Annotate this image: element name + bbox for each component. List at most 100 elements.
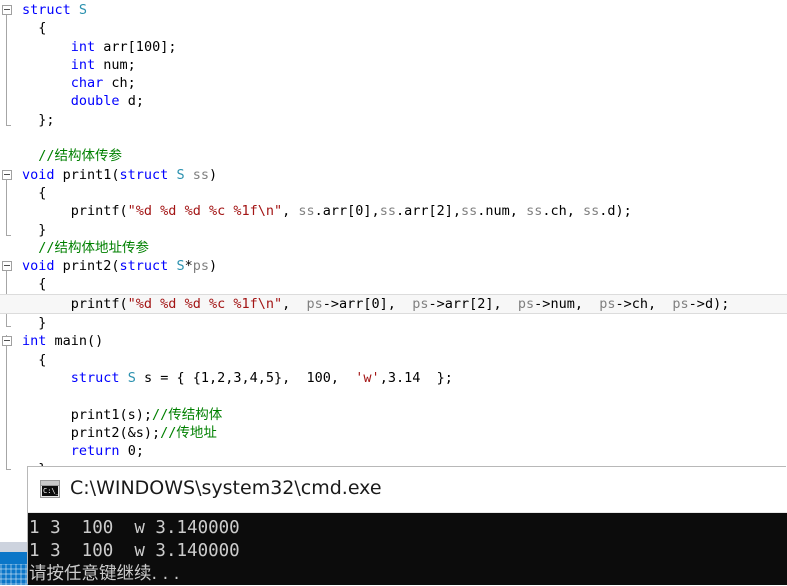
code-token: print1(: [54, 166, 120, 183]
code-token: void: [22, 166, 55, 183]
code-token: print1(s);: [22, 406, 153, 423]
code-token: S: [176, 166, 185, 183]
code-token: 0;: [119, 443, 144, 460]
code-token: //传结构体: [152, 406, 223, 423]
code-token: main(): [46, 333, 104, 350]
code-token: arr: [339, 295, 364, 312]
code-line[interactable]: void print2(struct S*ps): [0, 257, 787, 275]
code-token: ss: [461, 203, 478, 220]
code-token: double: [70, 93, 120, 110]
code-token: struct: [119, 258, 169, 275]
code-token: ->: [688, 295, 705, 312]
code-token: int: [70, 56, 96, 73]
code-line[interactable]: void print1(struct S ss): [0, 166, 787, 184]
code-token: printf(: [22, 203, 128, 220]
code-line[interactable]: printf("%d %d %d %c %1f\n", ss.arr[0],ss…: [0, 202, 787, 220]
code-token: num;: [95, 56, 136, 73]
code-token: print2(&s);: [22, 424, 161, 441]
code-token: ps: [517, 295, 535, 312]
code-token: arr: [404, 203, 429, 220]
collapse-fold-icon[interactable]: [2, 336, 12, 347]
code-token: d: [607, 203, 616, 220]
code-line[interactable]: }: [0, 221, 787, 239]
code-line[interactable]: [0, 129, 787, 147]
code-token: ss: [192, 166, 210, 183]
code-line[interactable]: {: [0, 184, 787, 202]
code-token: ,: [574, 295, 600, 312]
code-token: 'w': [355, 369, 380, 386]
code-token: arr: [444, 295, 470, 312]
collapse-fold-icon[interactable]: [2, 5, 12, 15]
code-token: ): [209, 258, 218, 275]
code-line[interactable]: //结构体地址传参: [0, 239, 787, 257]
console-output[interactable]: 1 3 100 w 3.140000 1 3 100 w 3.140000 请按任意…: [28, 513, 787, 586]
code-line[interactable]: {: [0, 19, 787, 37]
code-editor-pane[interactable]: struct S { int arr[100]; int num; char c…: [0, 0, 787, 480]
code-token: }: [22, 315, 47, 332]
code-token: ps: [599, 295, 616, 312]
cmd-console-icon: C:\_: [40, 480, 60, 498]
code-token: ->: [322, 295, 340, 312]
code-token: return: [70, 443, 120, 460]
console-output-line: 请按任意键继续. . .: [29, 564, 180, 584]
code-line[interactable]: print2(&s);//传地址: [0, 424, 787, 442]
code-token: ,3.14 };: [379, 369, 453, 386]
collapse-fold-icon[interactable]: [2, 261, 12, 272]
code-token: {: [22, 184, 47, 201]
code-line[interactable]: {: [0, 275, 787, 293]
code-token: int: [70, 38, 96, 55]
code-token: [2],: [469, 295, 518, 312]
code-token: ss: [583, 203, 600, 220]
code-lines[interactable]: struct S { int arr[100]; int num; char c…: [0, 0, 787, 479]
code-token: ch;: [103, 75, 136, 92]
code-token: //传地址: [160, 424, 217, 441]
code-token: ps: [672, 295, 689, 312]
code-token: ->: [615, 295, 632, 312]
code-token: print2(: [54, 258, 120, 275]
code-token: char: [70, 75, 104, 92]
code-token: ,: [648, 295, 673, 312]
code-line[interactable]: double d;: [0, 92, 787, 110]
code-line[interactable]: printf("%d %d %d %c %1f\n", ps->arr[0], …: [0, 293, 787, 315]
code-line[interactable]: };: [0, 111, 787, 129]
code-token: int: [22, 333, 47, 350]
code-line[interactable]: [0, 387, 787, 405]
code-token: //结构体地址传参: [22, 239, 150, 256]
code-token: d;: [119, 93, 144, 110]
code-line[interactable]: {: [0, 351, 787, 369]
code-line[interactable]: int num;: [0, 56, 787, 74]
code-line[interactable]: //结构体传参: [0, 147, 787, 165]
code-line[interactable]: print1(s);//传结构体: [0, 406, 787, 424]
code-token: ss: [298, 203, 315, 220]
code-token: [0],: [347, 203, 380, 220]
code-line[interactable]: int main(): [0, 332, 787, 350]
code-token: ss: [379, 203, 396, 220]
console-output-line: 1 3 100 w 3.140000: [29, 518, 240, 538]
code-line[interactable]: char ch;: [0, 74, 787, 92]
code-token: S: [78, 2, 88, 18]
code-token: //结构体传参: [22, 148, 123, 165]
console-titlebar[interactable]: C:\_ C:\WINDOWS\system32\cmd.exe: [28, 467, 787, 513]
code-token: struct: [70, 369, 120, 386]
code-line[interactable]: struct S: [0, 1, 787, 19]
code-line[interactable]: int arr[100];: [0, 38, 787, 56]
cmd-console-window[interactable]: C:\_ C:\WINDOWS\system32\cmd.exe 1 3 100…: [28, 467, 787, 585]
code-token: );: [615, 203, 632, 220]
cmd-icon-glyph: C:\_: [42, 486, 58, 496]
background-window[interactable]: [0, 552, 30, 585]
code-token: num: [550, 295, 575, 312]
code-token: };: [22, 111, 55, 128]
code-line[interactable]: struct S s = { {1,2,3,4,5}, 100, 'w',3.1…: [0, 369, 787, 387]
code-line[interactable]: return 0;: [0, 442, 787, 460]
collapse-fold-icon[interactable]: [2, 169, 12, 180]
code-line[interactable]: }: [0, 314, 787, 332]
code-token: "%d %d %d %c %1f\n": [127, 203, 283, 220]
code-token: [0],: [363, 295, 413, 312]
code-token: ,: [282, 203, 299, 220]
